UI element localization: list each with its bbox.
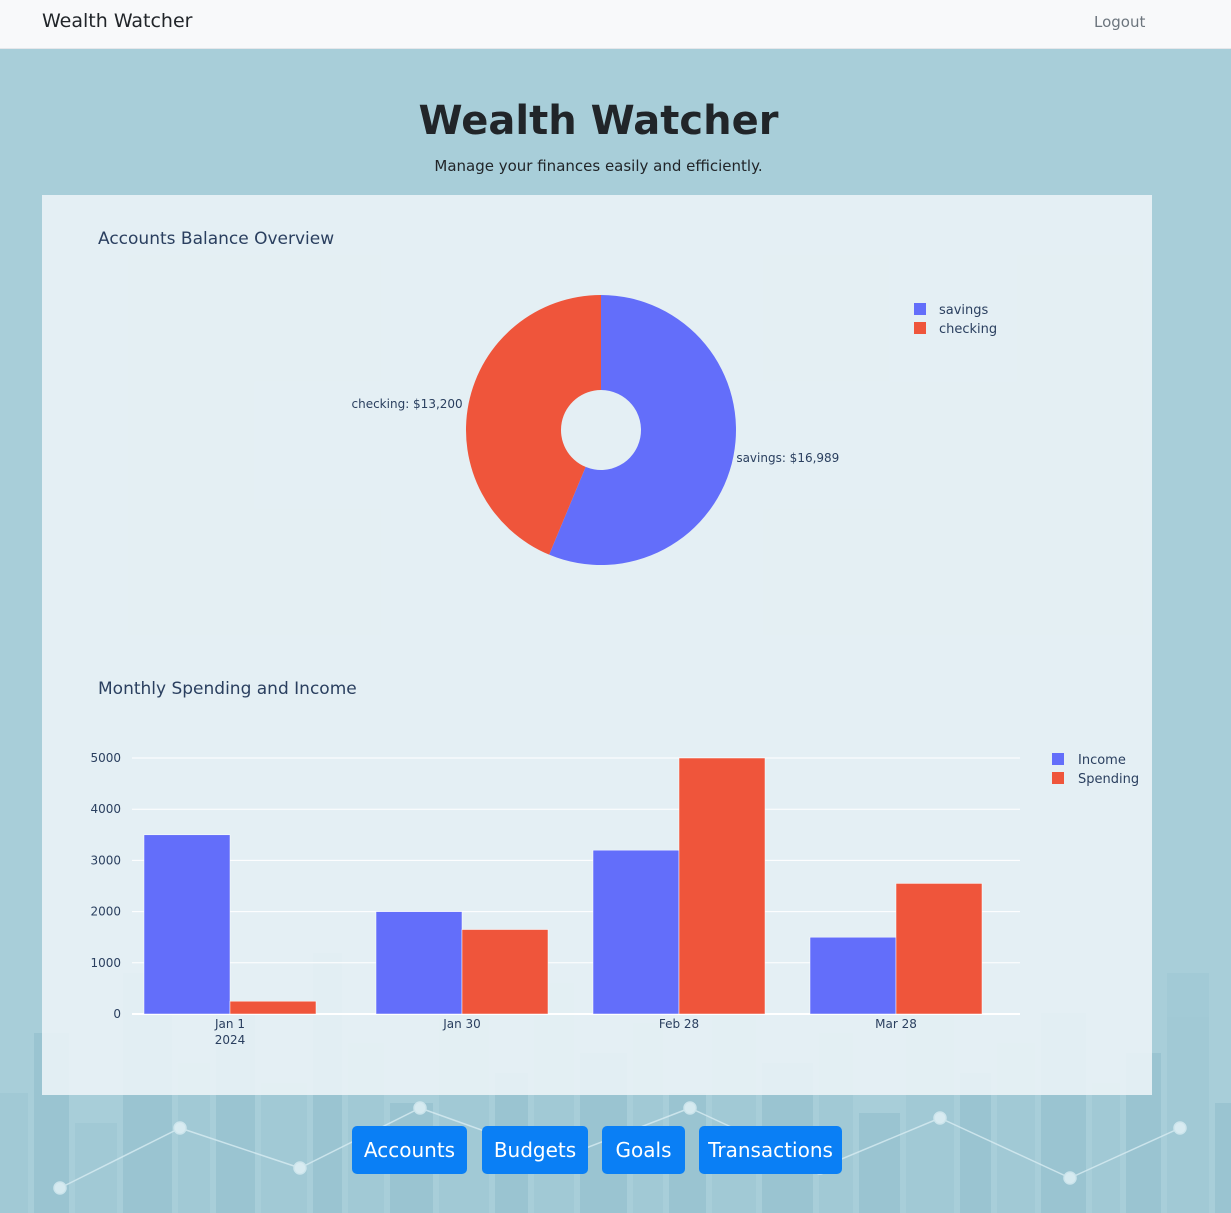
network-node xyxy=(53,1181,67,1195)
pie-slice-label: savings: $16,989 xyxy=(736,451,839,465)
legend-label-savings: savings xyxy=(939,303,989,318)
legend-label-income: Income xyxy=(1078,753,1126,768)
pie-slice-label: checking: $13,200 xyxy=(352,397,463,411)
building-shape xyxy=(261,1083,307,1213)
y-tick-label: 5000 xyxy=(90,751,121,765)
pie-chart-title: Accounts Balance Overview xyxy=(98,229,334,249)
y-tick-label: 2000 xyxy=(90,905,121,919)
y-tick-label: 4000 xyxy=(90,802,121,816)
charts-canvas: Accounts Balance Overview savings: $16,98… xyxy=(90,229,1139,1047)
network-line xyxy=(1069,1127,1181,1179)
building-shape xyxy=(1167,973,1209,1213)
bar-spending xyxy=(461,929,549,1015)
page-title: Wealth Watcher xyxy=(418,98,779,144)
legend-swatch-savings xyxy=(914,303,926,315)
y-tick-label: 0 xyxy=(113,1007,121,1021)
legend-swatch-spending xyxy=(1052,772,1064,784)
network-node xyxy=(933,1111,947,1125)
logout-link[interactable]: Logout xyxy=(1094,13,1145,31)
bar-income xyxy=(375,911,463,1015)
building-shape xyxy=(75,1123,117,1213)
legend-label-checking: checking xyxy=(939,322,997,337)
charts-panel: Accounts Balance Overview savings: $16,98… xyxy=(42,195,1152,1095)
building-shape xyxy=(1215,1103,1231,1213)
legend-swatch-income xyxy=(1052,753,1064,765)
network-node xyxy=(413,1101,427,1115)
brand-link[interactable]: Wealth Watcher xyxy=(42,10,192,32)
x-tick-label: Feb 28 xyxy=(659,1017,699,1031)
y-tick-label: 1000 xyxy=(90,956,121,970)
navbar: Wealth Watcher Logout xyxy=(0,0,1231,49)
bar-spending xyxy=(229,1000,317,1015)
goals-button[interactable]: Goals xyxy=(602,1126,685,1174)
bar-income xyxy=(592,849,680,1015)
network-node xyxy=(1173,1121,1187,1135)
network-node xyxy=(1063,1171,1077,1185)
x-tick-label: Jan 30 xyxy=(442,1017,481,1031)
bar-income xyxy=(143,834,231,1015)
legend-label-spending: Spending xyxy=(1078,772,1139,787)
accounts-button[interactable]: Accounts xyxy=(352,1126,467,1174)
bar-spending xyxy=(895,883,983,1015)
legend-swatch-checking xyxy=(914,322,926,334)
transactions-button[interactable]: Transactions xyxy=(699,1126,842,1174)
budgets-button[interactable]: Budgets xyxy=(482,1126,588,1174)
building-shape xyxy=(0,1093,28,1213)
y-tick-label: 3000 xyxy=(90,853,121,867)
x-tick-label: Jan 1 xyxy=(214,1017,245,1031)
bar-spending xyxy=(678,757,766,1015)
network-node xyxy=(683,1101,697,1115)
page-subtitle: Manage your finances easily and efficien… xyxy=(434,157,763,175)
network-node xyxy=(173,1121,187,1135)
network-node xyxy=(293,1161,307,1175)
building-shape xyxy=(1092,1083,1120,1213)
x-tick-label: Mar 28 xyxy=(875,1017,917,1031)
building-shape xyxy=(859,1113,900,1213)
bar-chart-title: Monthly Spending and Income xyxy=(98,679,357,699)
bar-income xyxy=(809,936,897,1015)
x-tick-sublabel: 2024 xyxy=(215,1033,246,1047)
